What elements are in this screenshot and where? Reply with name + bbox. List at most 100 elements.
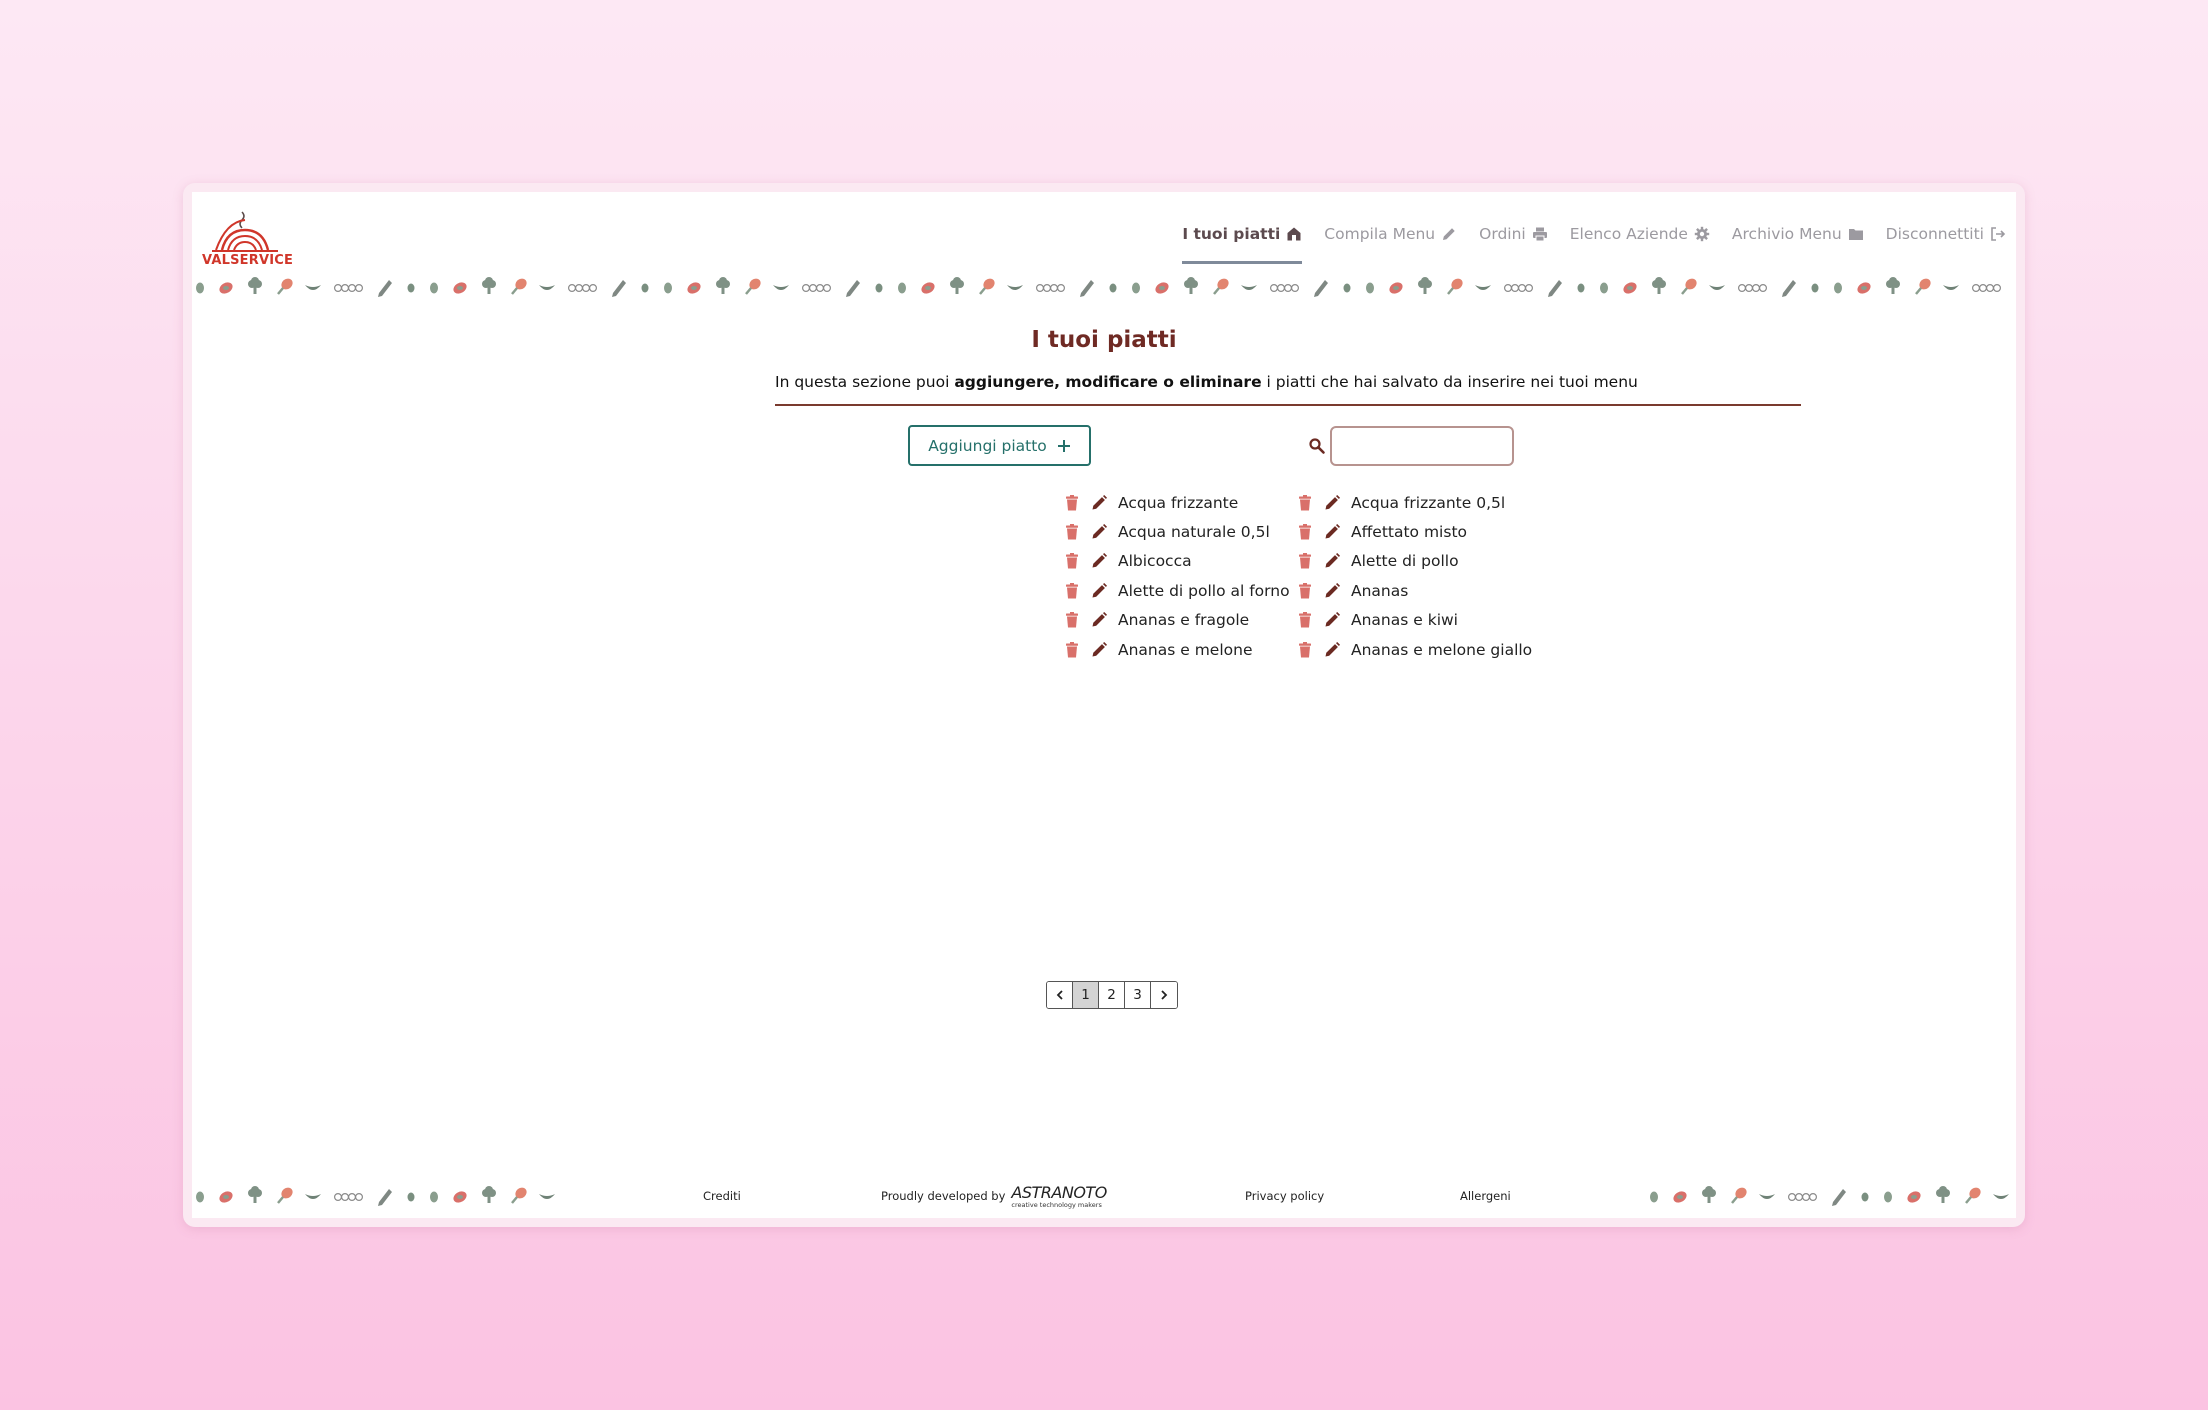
logout-icon (1991, 227, 2006, 241)
intro-text-end: i piatti che hai salvato da inserire nei… (1261, 373, 1638, 391)
seed-icon (407, 283, 415, 293)
search-icon (1309, 438, 1325, 454)
drumstick-icon (745, 278, 761, 295)
drumstick-icon (277, 278, 293, 295)
astranoto-logo[interactable]: ASTRANOTO creative technology makers (1011, 1182, 1107, 1210)
leaf-icon (1884, 1191, 1892, 1203)
edit-icon[interactable] (1091, 641, 1107, 658)
drumstick-icon (1681, 278, 1697, 295)
trash-icon[interactable] (1065, 582, 1079, 599)
list-item: Ananas e melone (1065, 635, 1290, 664)
dish-name[interactable]: Albicocca (1118, 552, 1192, 570)
nav-item-archivio-menu[interactable]: Archivio Menu (1732, 217, 1864, 251)
broccoli-icon (1886, 277, 1900, 294)
rings-icon (1737, 284, 1768, 293)
add-dish-label: Aggiungi piatto (928, 436, 1047, 455)
drumstick-icon (511, 278, 527, 295)
bowl-icon (1007, 285, 1023, 290)
dish-name[interactable]: Ananas e melone giallo (1351, 641, 1532, 659)
edit-icon[interactable] (1324, 553, 1340, 569)
rings-icon (1787, 1193, 1818, 1202)
trash-icon[interactable] (1065, 612, 1079, 628)
seed-icon (1861, 1192, 1869, 1202)
broccoli-icon (1184, 277, 1198, 294)
pen-icon (378, 280, 392, 297)
astranoto-tagline: creative technology makers (1011, 1201, 1102, 1209)
dish-name[interactable]: Acqua frizzante (1118, 494, 1238, 512)
nav-label: Compila Menu (1324, 225, 1436, 243)
trash-icon[interactable] (1065, 494, 1079, 511)
developed-by-text: Proudly developed by (881, 1189, 1006, 1203)
broccoli-icon (248, 1186, 262, 1203)
rings-icon (567, 284, 598, 293)
dish-name[interactable]: Acqua frizzante 0,5l (1351, 494, 1505, 512)
search-input[interactable] (1330, 426, 1514, 466)
leaf-icon (1600, 282, 1608, 294)
broccoli-icon (482, 277, 496, 294)
drumstick-icon (1731, 1187, 1747, 1204)
valservice-logo[interactable]: VALSERVICE (202, 210, 293, 272)
footer-credits-link[interactable]: Crediti (703, 1189, 741, 1203)
nav-item-compila-menu[interactable]: Compila Menu (1324, 217, 1457, 251)
trash-icon[interactable] (1298, 553, 1312, 569)
pagination-page-3[interactable]: 3 (1125, 982, 1151, 1008)
trash-icon[interactable] (1065, 641, 1079, 658)
edit-icon[interactable] (1324, 494, 1340, 511)
section-divider (775, 404, 1801, 406)
pen-icon (846, 280, 860, 297)
dish-name[interactable]: Alette di pollo (1351, 552, 1459, 570)
pagination-next-button[interactable] (1151, 982, 1177, 1008)
nav-item-elenco-aziende[interactable]: Elenco Aziende (1570, 217, 1710, 251)
rings-icon (1503, 284, 1534, 293)
plus-icon (1057, 439, 1070, 452)
dish-name[interactable]: Ananas e melone (1118, 641, 1253, 659)
edit-icon[interactable] (1324, 582, 1340, 599)
edit-icon[interactable] (1091, 494, 1107, 511)
trash-icon[interactable] (1298, 494, 1312, 511)
leaf-icon (430, 282, 438, 294)
broccoli-icon (1418, 277, 1432, 294)
intro-text: In questa sezione puoi (775, 373, 955, 391)
pagination-prev-button[interactable] (1047, 982, 1073, 1008)
ham-icon (1155, 282, 1169, 294)
add-dish-button[interactable]: Aggiungi piatto (908, 425, 1091, 466)
edit-icon[interactable] (1091, 553, 1107, 569)
dish-name[interactable]: Alette di pollo al forno (1118, 582, 1290, 600)
nav-item-ordini[interactable]: Ordini (1479, 217, 1548, 251)
dish-list-left: Acqua frizzante Acqua naturale 0,5l Albico… (1065, 488, 1290, 664)
rings-icon (333, 284, 364, 293)
broccoli-icon (716, 277, 730, 294)
nav-item-tuoi-piatti[interactable]: I tuoi piatti (1182, 217, 1303, 264)
dish-name[interactable]: Ananas e kiwi (1351, 611, 1458, 629)
trash-icon[interactable] (1065, 553, 1079, 569)
list-item: Albicocca (1065, 547, 1290, 576)
pagination-page-1[interactable]: 1 (1073, 982, 1099, 1008)
edit-icon[interactable] (1091, 582, 1107, 599)
nav-item-disconnettiti[interactable]: Disconnettiti (1886, 217, 2006, 251)
dish-list-right: Acqua frizzante 0,5l Affettato misto Alett… (1298, 488, 1532, 664)
footer-privacy-link[interactable]: Privacy policy (1245, 1189, 1324, 1203)
chevron-right-icon (1161, 990, 1168, 1000)
pencil-icon (1443, 228, 1455, 240)
edit-icon[interactable] (1091, 612, 1107, 628)
dish-name[interactable]: Acqua naturale 0,5l (1118, 523, 1270, 541)
pagination-page-2[interactable]: 2 (1099, 982, 1125, 1008)
trash-icon[interactable] (1065, 524, 1079, 540)
trash-icon[interactable] (1298, 641, 1312, 658)
edit-icon[interactable] (1091, 524, 1107, 540)
dish-name[interactable]: Ananas (1351, 582, 1408, 600)
bowl-icon (1943, 285, 1959, 290)
home-icon (1287, 227, 1301, 241)
trash-icon[interactable] (1298, 582, 1312, 599)
trash-icon[interactable] (1298, 612, 1312, 628)
trash-icon[interactable] (1298, 524, 1312, 540)
edit-icon[interactable] (1324, 524, 1340, 540)
dish-name[interactable]: Ananas e fragole (1118, 611, 1249, 629)
footer-allergeni-link[interactable]: Allergeni (1460, 1189, 1511, 1203)
seed-icon (1577, 283, 1585, 293)
pen-icon (1080, 280, 1094, 297)
edit-icon[interactable] (1324, 612, 1340, 628)
dish-name[interactable]: Affettato misto (1351, 523, 1467, 541)
edit-icon[interactable] (1324, 641, 1340, 658)
nav-label: Archivio Menu (1731, 225, 1842, 243)
